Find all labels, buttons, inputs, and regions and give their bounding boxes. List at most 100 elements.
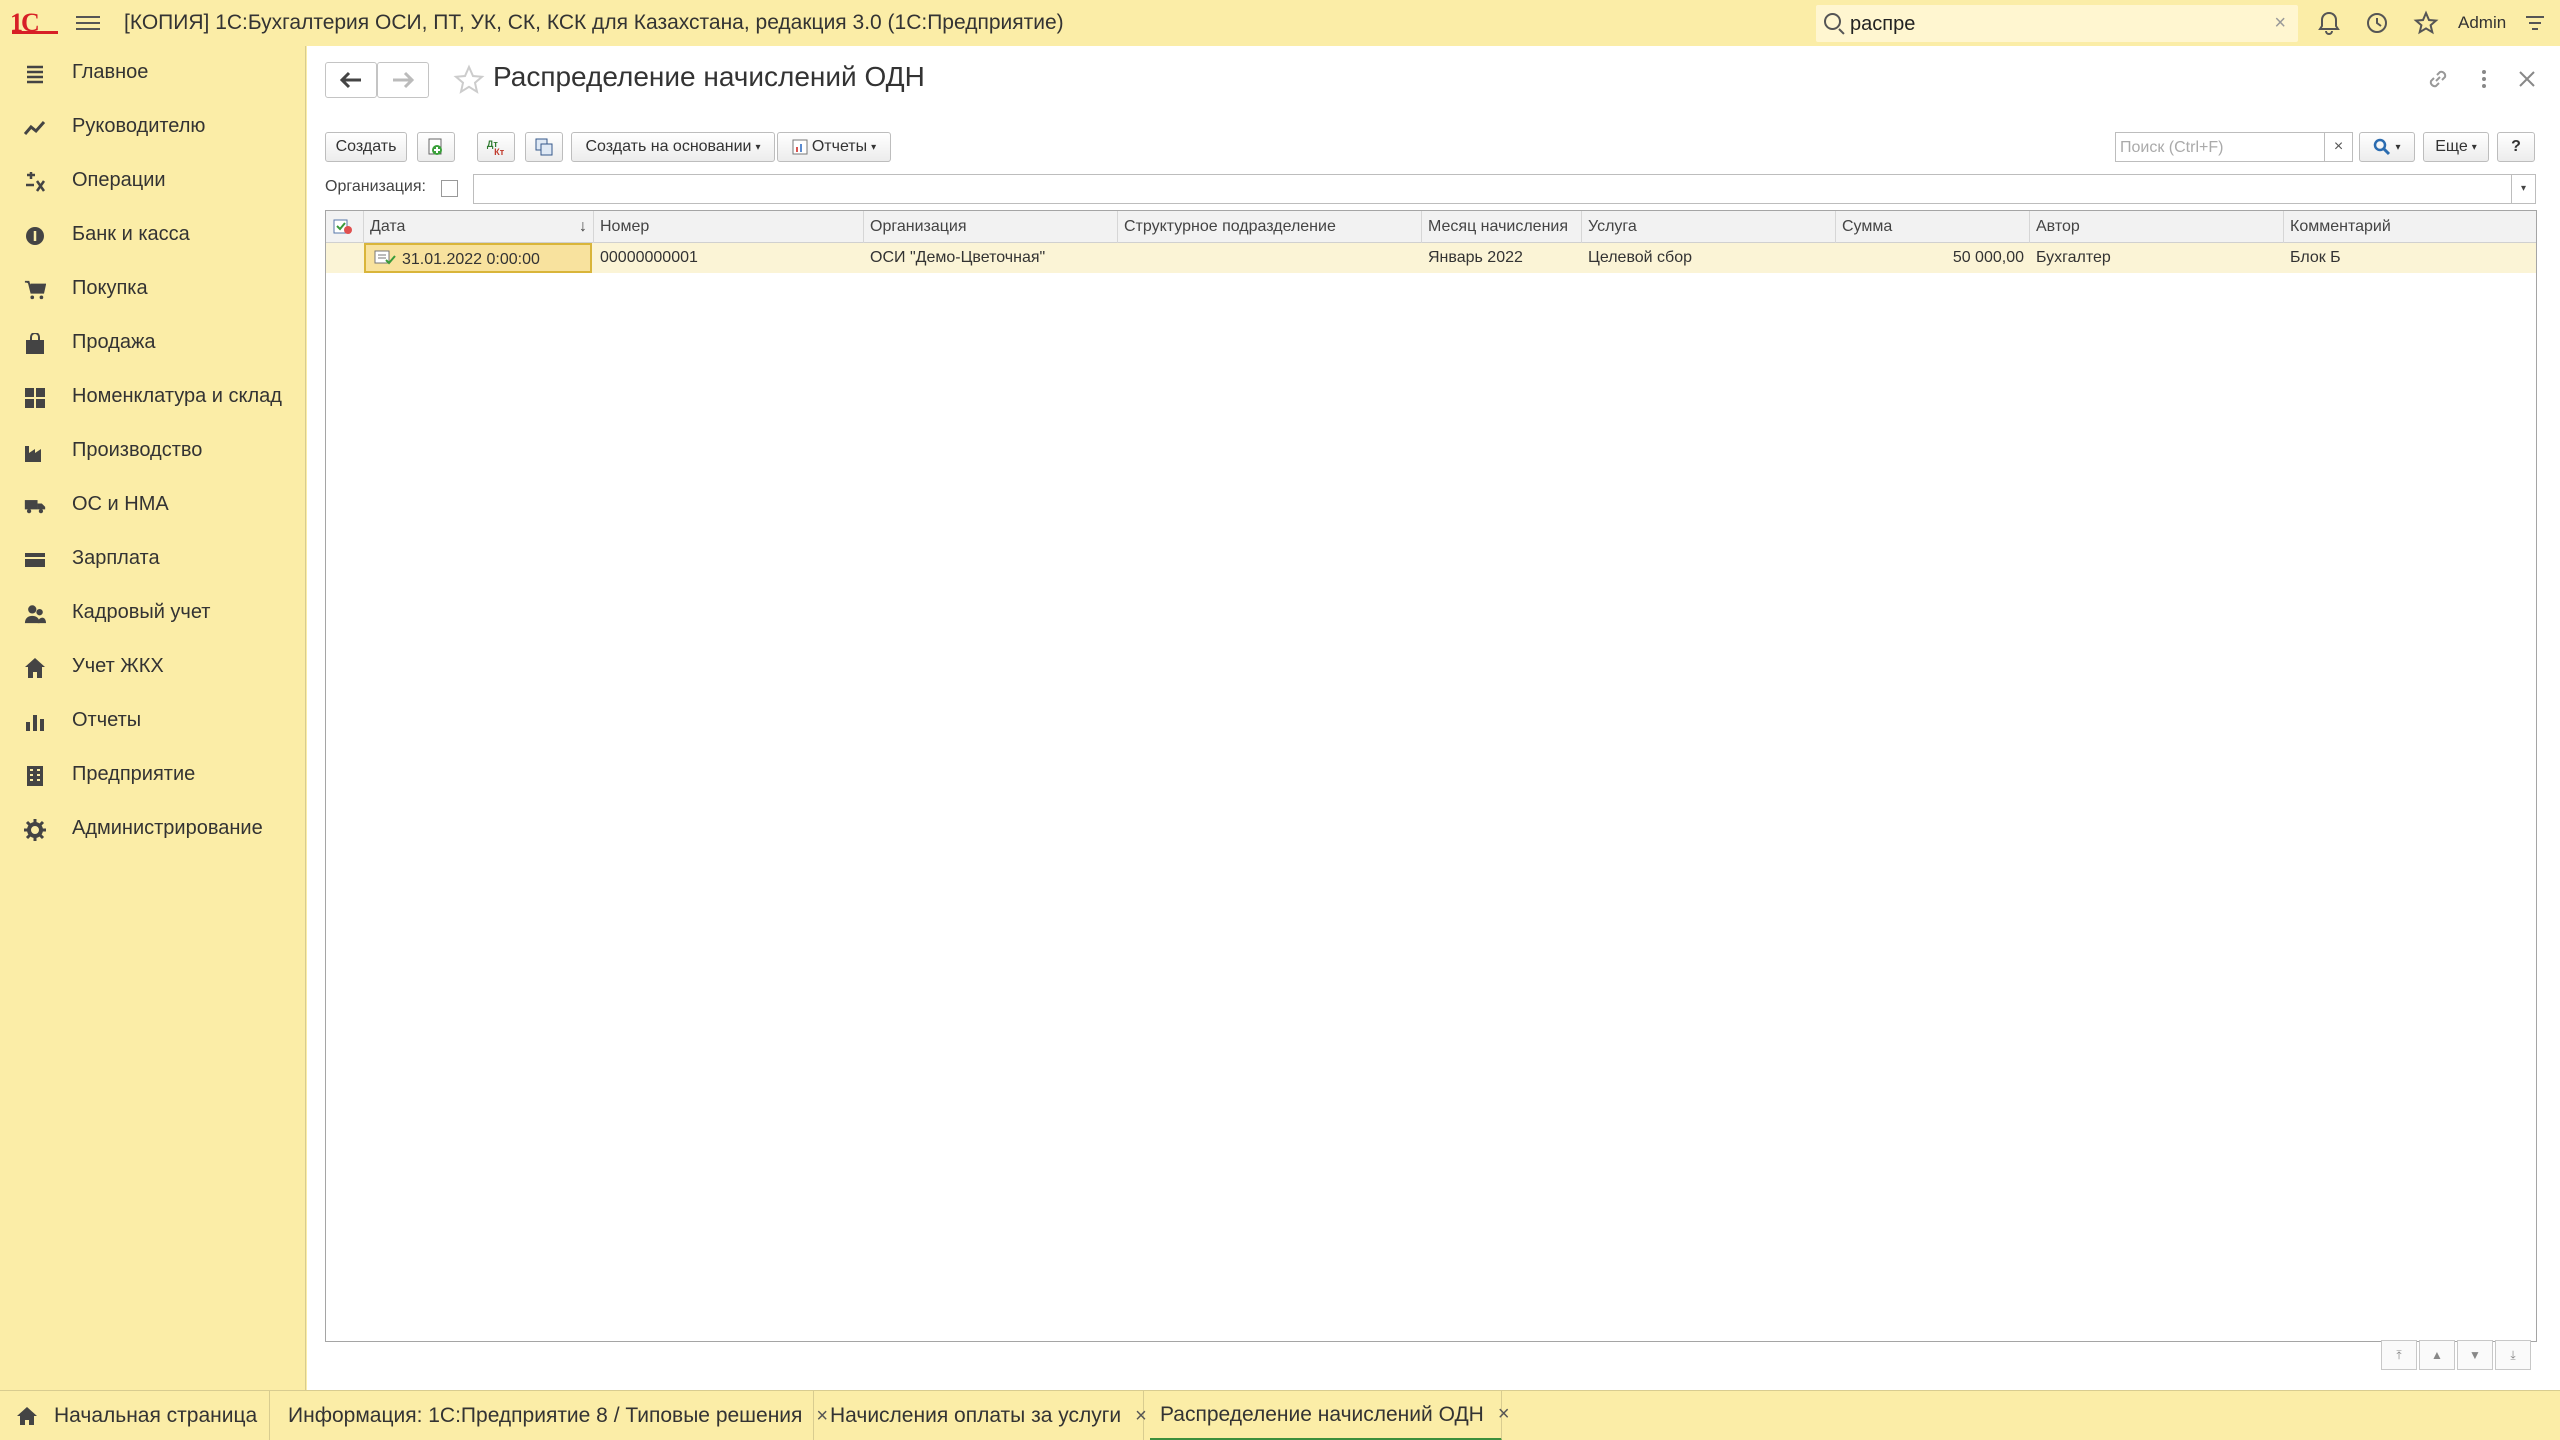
settings-menu-icon[interactable] — [2522, 10, 2548, 36]
scroll-down-icon[interactable]: ▼ — [2457, 1340, 2493, 1370]
cell-number: 00000000001 — [600, 249, 698, 266]
column-month[interactable]: Месяц начисления — [1422, 211, 1582, 243]
tab-label: Начисления оплаты за услуги — [830, 1404, 1122, 1427]
organization-filter-field[interactable] — [473, 174, 2512, 204]
table-header: Дата ↓ Номер Организация Структурное подр… — [326, 211, 2536, 243]
column-date[interactable]: Дата ↓ — [364, 211, 594, 243]
table-scroll-controls: ⤒ ▲ ▼ ⤓ — [2381, 1340, 2537, 1372]
status-column-icon[interactable] — [326, 211, 364, 243]
sidebar-item-purchase[interactable]: Покупка — [0, 262, 306, 316]
sidebar-item-administration[interactable]: Администрирование — [0, 802, 306, 856]
sidebar-item-main[interactable]: Главное — [0, 46, 306, 100]
tab-service-charges[interactable]: Начисления оплаты за услуги × — [816, 1391, 1147, 1440]
dropdown-arrow-icon: ▾ — [2395, 141, 2401, 153]
column-comment[interactable]: Комментарий — [2284, 211, 2536, 243]
copy-button[interactable] — [417, 132, 455, 162]
sidebar-item-label: Руководителю — [72, 115, 206, 137]
scroll-first-icon[interactable]: ⤒ — [2381, 1340, 2417, 1370]
people-icon — [24, 603, 46, 625]
more-vertical-icon[interactable] — [2470, 66, 2498, 94]
gear-icon — [24, 819, 46, 841]
sidebar-item-bank[interactable]: Банк и касса — [0, 208, 306, 262]
coins-icon — [24, 225, 46, 247]
user-name[interactable]: Admin — [2458, 13, 2506, 33]
bell-icon[interactable] — [2316, 10, 2342, 36]
organization-filter-checkbox[interactable] — [441, 180, 458, 197]
grid-icon — [24, 387, 46, 409]
sidebar-item-housing[interactable]: Учет ЖКХ — [0, 640, 306, 694]
search-options-button[interactable]: ▾ — [2359, 132, 2415, 162]
column-department[interactable]: Структурное подразделение — [1118, 211, 1422, 243]
copy-document-icon — [428, 138, 442, 155]
dropdown-arrow-icon: ▾ — [871, 141, 877, 153]
sidebar-item-enterprise[interactable]: Предприятие — [0, 748, 306, 802]
sidebar-item-salary[interactable]: Зарплата — [0, 532, 306, 586]
column-sum[interactable]: Сумма — [1836, 211, 2030, 243]
create-based-on-button[interactable]: Создать на основании ▾ — [571, 132, 775, 162]
cell-author: Бухгалтер — [2036, 249, 2111, 266]
history-icon[interactable] — [2364, 10, 2390, 36]
sidebar-item-nomenclature[interactable]: Номенклатура и склад — [0, 370, 306, 424]
sidebar-item-label: Отчеты — [72, 709, 142, 731]
clear-search-icon[interactable]: × — [2274, 12, 2286, 35]
page-title: Распределение начислений ОДН — [493, 61, 925, 92]
column-service[interactable]: Услуга — [1582, 211, 1836, 243]
table-row[interactable]: 31.01.2022 0:00:00 00000000001 ОСИ "Демо… — [326, 243, 2536, 273]
create-button[interactable]: Создать — [325, 132, 407, 162]
scroll-last-icon[interactable]: ⤓ — [2495, 1340, 2531, 1370]
favorites-star-icon[interactable] — [2413, 10, 2439, 36]
top-bar: 1С [КОПИЯ] 1С:Бухгалтерия ОСИ, ПТ, УК, С… — [0, 0, 2560, 46]
dt-kt-button[interactable]: Дт Кт — [477, 132, 515, 162]
organization-filter-label: Организация: — [325, 178, 426, 195]
close-tab-icon[interactable]: × — [1498, 1403, 1510, 1426]
sidebar-item-reports[interactable]: Отчеты — [0, 694, 306, 748]
svg-text:Кт: Кт — [494, 147, 505, 157]
forward-button[interactable] — [377, 62, 429, 98]
open-windows-bar: Начальная страница Информация: 1С:Предпр… — [0, 1390, 2560, 1440]
column-number[interactable]: Номер — [594, 211, 864, 243]
global-search-input[interactable]: распре × — [1816, 5, 2298, 42]
favorite-star-icon[interactable] — [453, 64, 485, 96]
more-label: Еще — [2435, 138, 2468, 155]
sidebar-item-label: Главное — [72, 61, 149, 83]
building-icon — [24, 765, 46, 787]
tab-home[interactable]: Начальная страница — [0, 1391, 270, 1440]
help-button[interactable]: ? — [2497, 132, 2535, 162]
scroll-up-icon[interactable]: ▲ — [2419, 1340, 2455, 1370]
sidebar-item-production[interactable]: Производство — [0, 424, 306, 478]
clear-list-search-icon[interactable]: × — [2325, 132, 2353, 162]
cell-month: Январь 2022 — [1428, 249, 1523, 266]
close-tab-icon[interactable]: × — [1135, 1405, 1147, 1428]
organization-dropdown-button[interactable]: ▾ — [2512, 174, 2536, 204]
back-button[interactable] — [325, 62, 377, 98]
cart-icon — [24, 279, 46, 301]
tab-label: Начальная страница — [54, 1404, 258, 1427]
sidebar-item-label: Продажа — [72, 331, 156, 353]
reports-button[interactable]: Отчеты ▾ — [777, 132, 891, 162]
sidebar-item-label: Зарплата — [72, 547, 160, 569]
link-icon[interactable] — [2424, 66, 2452, 94]
sidebar-item-fixed-assets[interactable]: ОС и НМА — [0, 478, 306, 532]
app-logo[interactable]: 1С — [10, 8, 58, 38]
arrow-left-icon — [339, 71, 361, 89]
cell-organization: ОСИ "Демо-Цветочная" — [870, 249, 1046, 266]
sidebar-item-manager[interactable]: Руководителю — [0, 100, 306, 154]
sidebar-item-sale[interactable]: Продажа — [0, 316, 306, 370]
list-search-input[interactable]: Поиск (Ctrl+F) — [2115, 132, 2325, 162]
cell-date[interactable]: 31.01.2022 0:00:00 — [364, 243, 592, 273]
sidebar-item-operations[interactable]: Операции — [0, 154, 306, 208]
column-author[interactable]: Автор — [2030, 211, 2284, 243]
sidebar-item-label: Предприятие — [72, 763, 196, 785]
structure-button[interactable] — [525, 132, 563, 162]
tab-info[interactable]: Информация: 1С:Предприятие 8 / Типовые р… — [272, 1391, 828, 1440]
sidebar-item-hr[interactable]: Кадровый учет — [0, 586, 306, 640]
dropdown-arrow-icon: ▾ — [755, 141, 761, 153]
column-organization[interactable]: Организация — [864, 211, 1118, 243]
search-icon — [2374, 138, 2391, 156]
more-button[interactable]: Еще ▾ — [2423, 132, 2489, 162]
close-form-icon[interactable] — [2513, 66, 2541, 94]
sidebar-item-label: Кадровый учет — [72, 601, 211, 623]
hamburger-menu-icon[interactable] — [76, 12, 100, 34]
tab-odn-distribution[interactable]: Распределение начислений ОДН × — [1150, 1391, 1510, 1440]
sort-arrow-down-icon: ↓ — [579, 218, 587, 235]
